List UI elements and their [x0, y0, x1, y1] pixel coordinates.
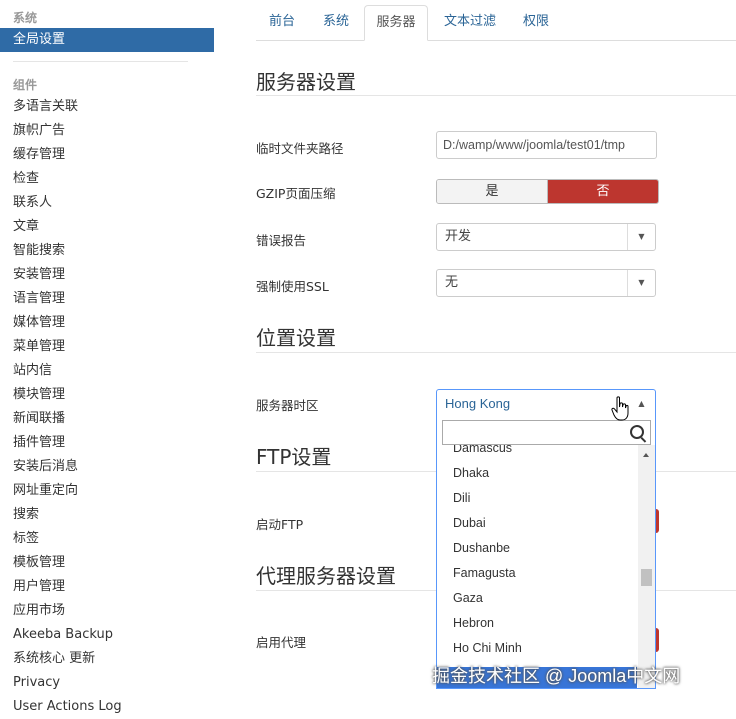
- section-divider: [256, 352, 736, 353]
- ftp-enable-label: 启动FTP: [256, 517, 304, 532]
- force-ssl-value: 无: [445, 275, 459, 290]
- timezone-option[interactable]: Gaza: [453, 591, 483, 605]
- timezone-option[interactable]: Dhaka: [453, 466, 489, 480]
- sidebar-header-system: 系统: [13, 11, 38, 25]
- scrollbar-thumb[interactable]: [641, 569, 652, 586]
- sidebar-item[interactable]: 旗帜广告: [13, 119, 122, 143]
- sidebar-item[interactable]: 缓存管理: [13, 143, 122, 167]
- chevron-down-icon: ▼: [627, 270, 655, 296]
- sidebar-item[interactable]: 新闻联播: [13, 407, 122, 431]
- sidebar-item[interactable]: 用户管理: [13, 575, 122, 599]
- sidebar-divider: [13, 61, 188, 62]
- timezone-option[interactable]: Hebron: [453, 616, 494, 630]
- sidebar-item[interactable]: 文章: [13, 215, 122, 239]
- timezone-option[interactable]: Dubai: [453, 516, 486, 530]
- sidebar-item[interactable]: 安装后消息: [13, 455, 122, 479]
- sidebar-item[interactable]: Privacy: [13, 671, 122, 695]
- watermark: 掘金技术社区 @ Joomla中文网: [432, 666, 681, 686]
- timezone-option[interactable]: Famagusta: [453, 566, 516, 580]
- sidebar-item[interactable]: 菜单管理: [13, 335, 122, 359]
- sidebar-item[interactable]: 媒体管理: [13, 311, 122, 335]
- error-reporting-value: 开发: [445, 229, 472, 244]
- sidebar-item-global-config[interactable]: 全局设置: [0, 28, 214, 52]
- sidebar-item[interactable]: 搜索: [13, 503, 122, 527]
- error-reporting-label: 错误报告: [256, 233, 307, 248]
- timezone-option[interactable]: Damascus: [453, 445, 512, 455]
- location-section-title: 位置设置: [256, 326, 336, 350]
- proxy-section-title: 代理服务器设置: [256, 564, 396, 588]
- tab-server[interactable]: 服务器: [364, 5, 428, 41]
- tmp-path-input[interactable]: [436, 131, 657, 159]
- gzip-toggle: 是 否: [436, 179, 659, 204]
- force-ssl-select[interactable]: 无 ▼: [436, 269, 656, 297]
- sidebar-component-list: 多语言关联 旗帜广告 缓存管理 检查 联系人 文章 智能搜索 安装管理 语言管理…: [13, 95, 122, 719]
- sidebar-item[interactable]: 联系人: [13, 191, 122, 215]
- error-reporting-select[interactable]: 开发 ▼: [436, 223, 656, 251]
- sidebar-item[interactable]: 应用市场: [13, 599, 122, 623]
- sidebar-item[interactable]: 安装管理: [13, 263, 122, 287]
- timezone-search-input[interactable]: [442, 420, 651, 445]
- gzip-label: GZIP页面压缩: [256, 186, 336, 201]
- sidebar-item[interactable]: Akeeba Backup: [13, 623, 122, 647]
- scroll-up-icon[interactable]: [643, 453, 649, 457]
- sidebar-item[interactable]: 站内信: [13, 359, 122, 383]
- sidebar-item[interactable]: 模块管理: [13, 383, 122, 407]
- search-icon: [630, 425, 644, 439]
- sidebar-item[interactable]: User Actions Log: [13, 695, 122, 719]
- gzip-yes-button[interactable]: 是: [437, 180, 548, 203]
- tab-text-filters[interactable]: 文本过滤: [432, 5, 508, 41]
- chevron-up-icon: ▲: [638, 399, 645, 408]
- sidebar: 系统 全局设置 组件 多语言关联 旗帜广告 缓存管理 检查 联系人 文章 智能搜…: [0, 0, 214, 714]
- tab-site[interactable]: 前台: [256, 5, 308, 41]
- tmp-path-label: 临时文件夹路径: [256, 141, 344, 156]
- ftp-section-title: FTP设置: [256, 445, 332, 469]
- proxy-enable-label: 启用代理: [256, 635, 307, 650]
- timezone-value: Hong Kong: [445, 396, 511, 411]
- sidebar-item[interactable]: 模板管理: [13, 551, 122, 575]
- dropdown-scrollbar[interactable]: [638, 445, 655, 688]
- sidebar-item[interactable]: 标签: [13, 527, 122, 551]
- timezone-label: 服务器时区: [256, 398, 319, 413]
- force-ssl-label: 强制使用SSL: [256, 279, 329, 294]
- chevron-down-icon: ▼: [627, 224, 655, 250]
- hand-pointer-icon: [611, 396, 629, 421]
- tab-system[interactable]: 系统: [308, 5, 364, 41]
- sidebar-item[interactable]: 插件管理: [13, 431, 122, 455]
- sidebar-item[interactable]: 网址重定向: [13, 479, 122, 503]
- server-section-title: 服务器设置: [256, 70, 356, 94]
- timezone-dropdown: Damascus Dhaka Dili Dubai Dushanbe Famag…: [436, 417, 656, 689]
- timezone-option[interactable]: Dili: [453, 491, 470, 505]
- timezone-option[interactable]: Dushanbe: [453, 541, 510, 555]
- gzip-no-button[interactable]: 否: [548, 180, 658, 203]
- sidebar-item[interactable]: 检查: [13, 167, 122, 191]
- sidebar-item[interactable]: 系统核心 更新: [13, 647, 122, 671]
- timezone-option-list: Damascus Dhaka Dili Dubai Dushanbe Famag…: [437, 445, 637, 688]
- sidebar-item[interactable]: 多语言关联: [13, 95, 122, 119]
- section-divider: [256, 95, 736, 96]
- sidebar-header-components: 组件: [13, 78, 38, 92]
- timezone-option[interactable]: Ho Chi Minh: [453, 641, 522, 655]
- tab-permissions[interactable]: 权限: [512, 5, 560, 41]
- sidebar-item[interactable]: 智能搜索: [13, 239, 122, 263]
- settings-tabs: 前台 系统 服务器 文本过滤 权限: [256, 5, 736, 41]
- sidebar-item[interactable]: 语言管理: [13, 287, 122, 311]
